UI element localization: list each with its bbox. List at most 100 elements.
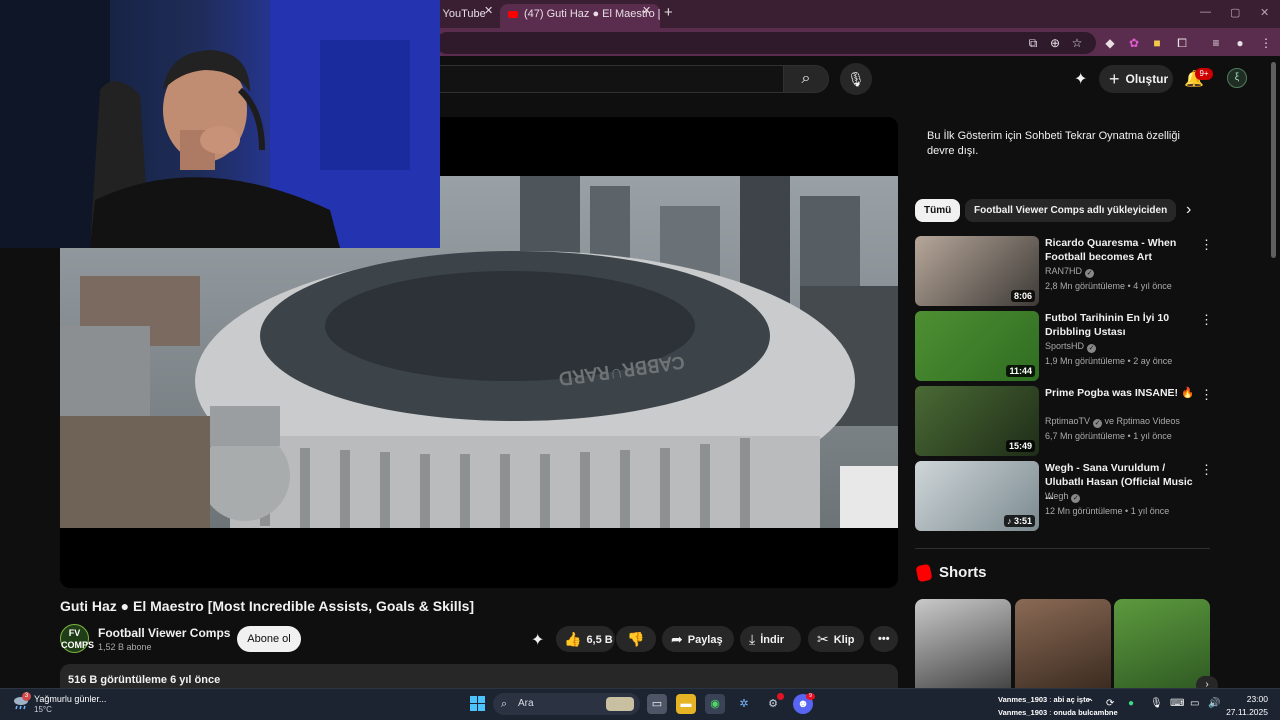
chat-message: onuda bulcambne	[1053, 708, 1118, 717]
more-dots-icon: •••	[878, 633, 890, 645]
stream-chat-line: Vanmes_1903 : onuda bulcambne	[998, 708, 1118, 717]
webcam-overlay	[0, 0, 440, 248]
share-label: Paylaş	[687, 634, 723, 646]
close-window-icon[interactable]: ✕	[1260, 6, 1269, 19]
video-thumbnail[interactable]: 15:49	[915, 386, 1039, 456]
reading-list-icon[interactable]: ≡	[1207, 34, 1225, 52]
extension-diamond-icon[interactable]: ◆	[1101, 34, 1119, 52]
short-thumbnail[interactable]	[1015, 599, 1111, 689]
system-clock[interactable]: 23:00 27.11.2025	[1226, 694, 1268, 717]
extensions-puzzle-icon[interactable]: ⧠	[1173, 34, 1191, 52]
extension-yellow-icon[interactable]: ■	[1148, 34, 1166, 52]
video-thumbnail[interactable]: 11:44	[915, 311, 1039, 381]
dislike-button[interactable]: 👎	[616, 626, 656, 652]
recommended-video-channel[interactable]: SportsHD ✓	[1045, 341, 1097, 353]
tab-close-icon[interactable]: ✕	[642, 4, 651, 17]
tab-label: - YouTube	[436, 8, 486, 20]
search-icon: ⌕	[501, 698, 508, 710]
thumbs-down-icon: 👎	[627, 631, 645, 647]
ai-sparkle-icon[interactable]: ✦	[1074, 69, 1087, 89]
user-avatar[interactable]: ξ	[1227, 68, 1247, 88]
chip-all[interactable]: Tümü	[915, 199, 961, 222]
windows-start-icon[interactable]	[470, 696, 485, 711]
view-count-and-age: 516 B görüntüleme 6 yıl önce	[68, 674, 221, 686]
minimize-icon[interactable]: —	[1200, 6, 1211, 18]
subscribe-button[interactable]: Abone ol	[237, 626, 301, 652]
recommended-video-title[interactable]: Prime Pogba was INSANE! 🔥	[1045, 386, 1199, 400]
more-options-icon[interactable]: ⋮	[1200, 462, 1213, 478]
chip-from-uploader[interactable]: Football Viewer Comps adlı yükleyiciden	[965, 199, 1177, 222]
channel-extra: ve Rptimao Videos	[1104, 416, 1180, 426]
clock-date: 27.11.2025	[1226, 707, 1268, 717]
chrome-taskbar-icon[interactable]: ◉	[705, 694, 725, 714]
chevron-right-icon[interactable]: ›	[1186, 201, 1191, 219]
address-bar[interactable]	[436, 32, 1096, 54]
bookmark-star-icon[interactable]: ☆	[1068, 34, 1086, 52]
page-scrollbar[interactable]	[1271, 62, 1276, 258]
recommended-video-meta: 12 Mn görüntüleme • 1 yıl önce	[1045, 506, 1170, 516]
channel-name[interactable]: Football Viewer Comps	[98, 626, 230, 640]
video-duration: 11:44	[1006, 365, 1035, 377]
upload-age: 4 yıl önce	[1133, 281, 1172, 291]
new-tab-icon[interactable]: +	[664, 4, 673, 21]
clip-label: Klip	[833, 634, 855, 646]
browser-menu-icon[interactable]: ⋮	[1257, 34, 1275, 52]
tray-chevron-up-icon[interactable]: ⌃	[1086, 698, 1094, 709]
search-button[interactable]: ⌕	[783, 65, 829, 93]
video-thumbnail[interactable]: ♪ 3:51	[915, 461, 1039, 531]
profile-icon[interactable]: ●	[1231, 34, 1249, 52]
maximize-icon[interactable]: ▢	[1230, 6, 1240, 19]
clock-time: 23:00	[1246, 694, 1268, 704]
tray-keyboard-icon[interactable]: ⌨	[1170, 698, 1184, 709]
recommended-video-channel[interactable]: RAN7HD ✓	[1045, 266, 1095, 278]
voice-search-button[interactable]: 🎙	[840, 63, 872, 95]
short-thumbnail[interactable]	[915, 599, 1011, 689]
weather-title[interactable]: Yağmurlu günler...	[34, 694, 106, 704]
more-actions-button[interactable]: •••	[870, 626, 898, 652]
zoom-icon[interactable]: ⊕	[1046, 34, 1064, 52]
recommended-video[interactable]: ♪ 3:51 Wegh - Sana Vuruldum / Ulubatlı Ha…	[915, 461, 1215, 531]
ai-summary-icon[interactable]: ✦	[531, 630, 544, 650]
tab-close-icon[interactable]: ✕	[484, 4, 493, 17]
browser-tab-active[interactable]: (47) Guti Haz ● El Maestro [Mo…	[500, 4, 660, 28]
recommended-video[interactable]: 11:44 Futbol Tarihinin En İyi 10 Dribblin…	[915, 311, 1215, 381]
clip-button[interactable]: ✂ Klip	[808, 626, 864, 652]
tray-network-icon[interactable]: ▭	[1190, 698, 1199, 709]
video-thumbnail[interactable]: 8:06	[915, 236, 1039, 306]
share-button[interactable]: ➦ Paylaş	[662, 626, 734, 652]
app-network-icon[interactable]: ✲	[734, 694, 754, 714]
recommended-video-title[interactable]: Ricardo Quaresma - When Football becomes…	[1045, 236, 1199, 264]
video-title: Guti Haz ● El Maestro [Most Incredible A…	[60, 598, 475, 614]
channel-label: SportsHD	[1045, 341, 1085, 351]
search-input[interactable]	[380, 65, 783, 93]
more-options-icon[interactable]: ⋮	[1200, 237, 1213, 253]
recommended-video-channel[interactable]: Wegh ✓	[1045, 491, 1081, 503]
recommended-video[interactable]: 15:49 Prime Pogba was INSANE! 🔥 RptimaoTV ✓…	[915, 386, 1215, 456]
task-view-icon[interactable]: ▭	[647, 694, 667, 714]
like-button[interactable]: 👍 6,5 B	[556, 626, 615, 652]
video-duration: 8:06	[1010, 290, 1035, 302]
taskbar-search[interactable]: ⌕ Ara	[493, 693, 640, 715]
download-button[interactable]: ⤓ İndir	[740, 626, 801, 652]
short-thumbnail[interactable]	[1114, 599, 1210, 689]
section-divider	[915, 548, 1210, 549]
verified-check-icon: ✓	[1071, 494, 1081, 503]
tray-status-dot-icon[interactable]: ●	[1128, 698, 1134, 709]
tray-mic-icon[interactable]: 🎙	[1150, 698, 1163, 709]
channel-avatar[interactable]: FV COMPS	[60, 624, 94, 653]
tray-sync-icon[interactable]: ⟳	[1106, 698, 1114, 709]
recommended-video-channel[interactable]: RptimaoTV ✓ ve Rptimao Videos	[1045, 416, 1180, 428]
tray-volume-icon[interactable]: 🔊	[1208, 698, 1220, 709]
recommended-video-meta: 1,9 Mn görüntüleme • 2 ay önce	[1045, 356, 1173, 366]
extension-pink-icon[interactable]: ✿	[1125, 34, 1143, 52]
recommended-video-title[interactable]: Futbol Tarihinin En İyi 10 Dribbling Ust…	[1045, 311, 1199, 339]
create-button[interactable]: + Oluştur	[1099, 65, 1173, 93]
more-options-icon[interactable]: ⋮	[1200, 387, 1213, 403]
stream-chat-line: Vanmes_1903 : abi aç işte	[998, 695, 1090, 704]
cast-icon[interactable]: ⧉	[1024, 34, 1042, 52]
channel-label: Wegh	[1045, 491, 1069, 501]
recommended-video[interactable]: 8:06 Ricardo Quaresma - When Football bec…	[915, 236, 1215, 306]
app-alert-dot	[777, 693, 784, 700]
more-options-icon[interactable]: ⋮	[1200, 312, 1213, 328]
file-explorer-icon[interactable]: ▬	[676, 694, 696, 714]
